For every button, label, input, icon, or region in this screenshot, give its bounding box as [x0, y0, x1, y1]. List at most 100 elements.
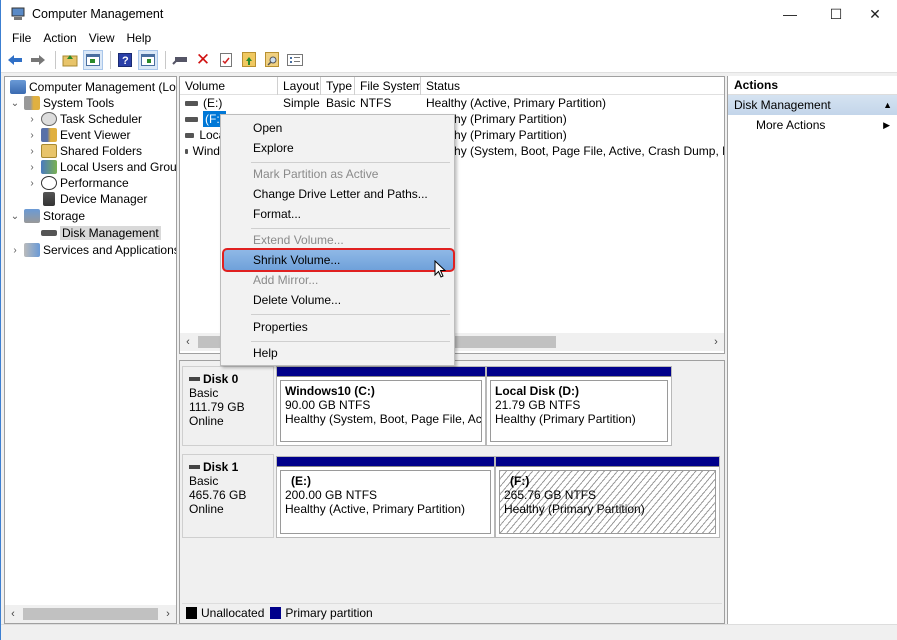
tree-item-computer-management[interactable]: Computer Management (Local	[7, 79, 176, 95]
partition-d[interactable]: Local Disk (D:) 21.79 GB NTFS Healthy (P…	[486, 366, 672, 446]
properties-icon[interactable]	[216, 50, 236, 70]
chevron-right-icon[interactable]: ›	[26, 114, 38, 125]
scroll-right-icon[interactable]: ›	[708, 336, 724, 348]
help-icon[interactable]: ?	[115, 50, 135, 70]
chevron-right-icon[interactable]: ›	[9, 245, 21, 256]
column-header-status[interactable]: Status	[421, 77, 724, 95]
menu-view[interactable]: View	[83, 31, 121, 45]
partition-f-selected[interactable]: (F:) 265.76 GB NTFS Healthy (Primary Par…	[495, 456, 720, 538]
toolbar-separator	[110, 50, 111, 69]
tree-item-device-manager[interactable]: Device Manager	[26, 191, 147, 207]
drive-icon	[185, 148, 188, 154]
chevron-right-icon[interactable]: ›	[26, 130, 38, 141]
menu-file[interactable]: File	[6, 31, 37, 45]
title-bar: Computer Management — ☐ ✕	[1, 0, 897, 28]
menu-item-help[interactable]: Help	[223, 343, 452, 363]
window-title: Computer Management	[32, 7, 164, 21]
settings-list-icon[interactable]	[285, 50, 305, 70]
folder-up-icon[interactable]	[239, 50, 259, 70]
back-icon[interactable]	[5, 50, 25, 70]
menu-item-delete-volume[interactable]: Delete Volume...	[223, 290, 452, 310]
console-tree-pane: Computer Management (Local ⌄ System Tool…	[4, 76, 177, 624]
up-folder-icon[interactable]	[60, 50, 80, 70]
disk-1-label[interactable]: Disk 1 Basic 465.76 GB Online	[182, 454, 274, 538]
users-icon	[41, 160, 57, 174]
tree-item-services-applications[interactable]: › Services and Applications	[9, 242, 176, 258]
tree-item-label: Performance	[60, 176, 129, 190]
actions-section-disk-management[interactable]: Disk Management ▲	[728, 95, 897, 115]
column-header-file-system[interactable]: File System	[355, 77, 421, 95]
disk-0-label[interactable]: Disk 0 Basic 111.79 GB Online	[182, 366, 274, 446]
menu-separator	[251, 228, 450, 229]
menu-separator	[251, 341, 450, 342]
partition-c[interactable]: Windows10 (C:) 90.00 GB NTFS Healthy (Sy…	[276, 366, 486, 446]
chevron-right-icon[interactable]: ›	[26, 162, 38, 173]
tree-item-label: Services and Applications	[43, 243, 176, 257]
show-hide-console-tree-icon[interactable]	[83, 49, 103, 70]
delete-icon[interactable]: ✕	[193, 50, 213, 70]
collapse-up-icon[interactable]: ▲	[883, 95, 892, 115]
toolbar: ? ✕	[1, 47, 897, 73]
forward-icon[interactable]	[28, 50, 48, 70]
disk-icon	[189, 465, 200, 469]
menu-item-extend-volume: Extend Volume...	[253, 233, 344, 247]
primary-partition-bar	[496, 457, 719, 467]
tree-item-performance[interactable]: › Performance	[26, 175, 129, 191]
minimize-button[interactable]: —	[767, 0, 813, 28]
menu-item-open[interactable]: Open	[223, 118, 452, 138]
chevron-right-icon[interactable]: ›	[26, 178, 38, 189]
chevron-down-icon[interactable]: ⌄	[9, 211, 21, 222]
actions-pane: Actions Disk Management ▲ More Actions ▶	[727, 76, 897, 624]
tree-item-disk-management[interactable]: Disk Management	[26, 225, 161, 241]
close-button[interactable]: ✕	[852, 0, 897, 28]
performance-icon	[41, 176, 57, 190]
menu-item-shrink-volume[interactable]: Shrink Volume...	[222, 248, 455, 272]
table-row[interactable]: (E:) Simple Basic NTFS Healthy (Active, …	[180, 95, 724, 111]
column-header-volume[interactable]: Volume	[180, 77, 278, 95]
menu-action[interactable]: Action	[37, 31, 82, 45]
tree-item-label: Storage	[43, 209, 86, 223]
more-actions-item[interactable]: More Actions ▶	[728, 115, 897, 135]
connect-drive-icon[interactable]	[170, 50, 190, 70]
tree-item-label: Local Users and Groups	[60, 160, 176, 174]
partition-e[interactable]: (E:) 200.00 GB NTFS Healthy (Active, Pri…	[276, 456, 495, 538]
menu-item-add-mirror: Add Mirror...	[253, 273, 319, 287]
svg-text:?: ?	[122, 55, 129, 67]
scrollbar-thumb[interactable]	[23, 608, 158, 620]
services-icon	[24, 243, 40, 257]
tree-item-event-viewer[interactable]: › Event Viewer	[26, 127, 130, 143]
tree-item-label: Shared Folders	[60, 144, 143, 158]
tree-item-storage[interactable]: ⌄ Storage	[9, 208, 85, 224]
scroll-right-icon[interactable]: ›	[160, 608, 176, 620]
mouse-cursor-icon	[434, 259, 447, 278]
device-manager-icon	[43, 192, 55, 206]
column-header-type[interactable]: Type	[321, 77, 355, 95]
menu-item-explore[interactable]: Explore	[223, 138, 452, 158]
tree-item-task-scheduler[interactable]: › Task Scheduler	[26, 111, 142, 127]
tree-horizontal-scrollbar[interactable]: ‹ ›	[5, 605, 176, 623]
chevron-down-icon[interactable]: ⌄	[9, 98, 21, 109]
column-header-layout[interactable]: Layout	[278, 77, 321, 95]
menu-item-properties[interactable]: Properties	[223, 317, 452, 337]
tree-item-label: System Tools	[43, 96, 115, 110]
computer-management-window: Computer Management — ☐ ✕ File Action Vi…	[0, 0, 897, 640]
show-hide-action-pane-icon[interactable]	[138, 49, 158, 70]
folder-search-icon[interactable]	[262, 50, 282, 70]
tree-item-local-users-groups[interactable]: › Local Users and Groups	[26, 159, 176, 175]
primary-partition-bar	[277, 367, 485, 377]
actions-header: Actions	[728, 76, 897, 95]
tree-item-shared-folders[interactable]: › Shared Folders	[26, 143, 142, 159]
tree-item-system-tools[interactable]: ⌄ System Tools	[9, 95, 114, 111]
shared-folder-icon	[41, 144, 57, 158]
scroll-left-icon[interactable]: ‹	[180, 336, 196, 348]
tree-item-label: Device Manager	[60, 192, 148, 206]
context-menu: Open Explore Mark Partition as Active Ch…	[220, 114, 455, 366]
menu-help[interactable]: Help	[121, 31, 158, 45]
storage-icon	[24, 209, 40, 223]
menu-item-format[interactable]: Format...	[223, 204, 452, 224]
scroll-left-icon[interactable]: ‹	[5, 608, 21, 620]
menu-item-change-drive-letter[interactable]: Change Drive Letter and Paths...	[223, 184, 452, 204]
primary-partition-swatch	[270, 606, 282, 619]
event-viewer-icon	[41, 128, 57, 142]
chevron-right-icon[interactable]: ›	[26, 146, 38, 157]
